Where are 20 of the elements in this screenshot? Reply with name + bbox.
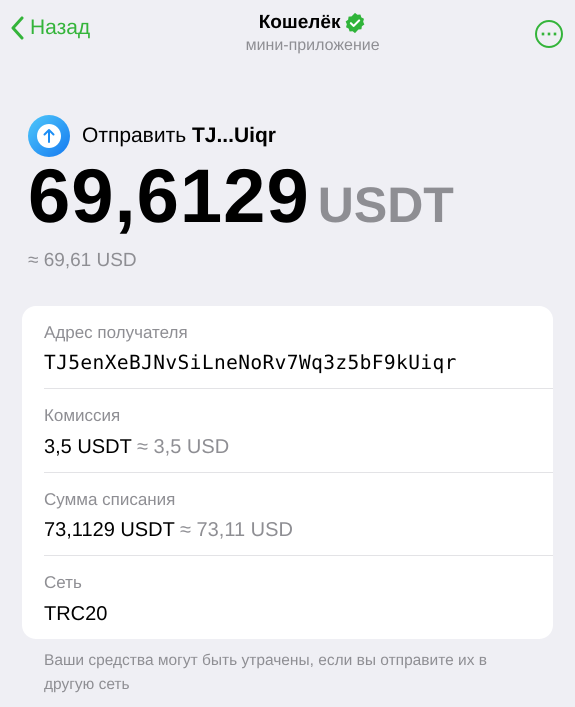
- field-approx: ≈ 3,5 USD: [137, 436, 230, 458]
- field-label: Сумма списания: [44, 488, 176, 510]
- back-button[interactable]: Назад: [10, 12, 90, 44]
- warning-text: Ваши средства могут быть утрачены, если вы отправите их в другую сеть: [44, 652, 487, 693]
- field-approx: ≈ 73,11 USD: [180, 519, 293, 541]
- field-label: Адрес получателя: [44, 322, 189, 344]
- send-title: Отправить TJ...Uiqr: [82, 123, 276, 150]
- chevron-left-icon: [10, 16, 24, 40]
- app-title: Кошелёк: [258, 12, 340, 34]
- address-value: TJ5enXeBJNvSiLneNoRv7Wq3z5bF9kUiqr: [44, 351, 457, 374]
- field-value: 73,1129 USDT: [44, 519, 174, 541]
- amount-value: 69,6129: [28, 159, 310, 235]
- field-value: 3,5 USDT: [44, 436, 132, 458]
- more-button[interactable]: ⋯: [535, 20, 563, 48]
- amount-currency: USDT: [318, 176, 454, 235]
- field-label: Сеть: [44, 572, 83, 594]
- app-subtitle: мини-приложение: [246, 36, 380, 56]
- amount-approx: ≈ 69,61 USD: [28, 250, 137, 271]
- field-label: Комиссия: [44, 405, 122, 427]
- field-value: TRC20: [44, 602, 108, 624]
